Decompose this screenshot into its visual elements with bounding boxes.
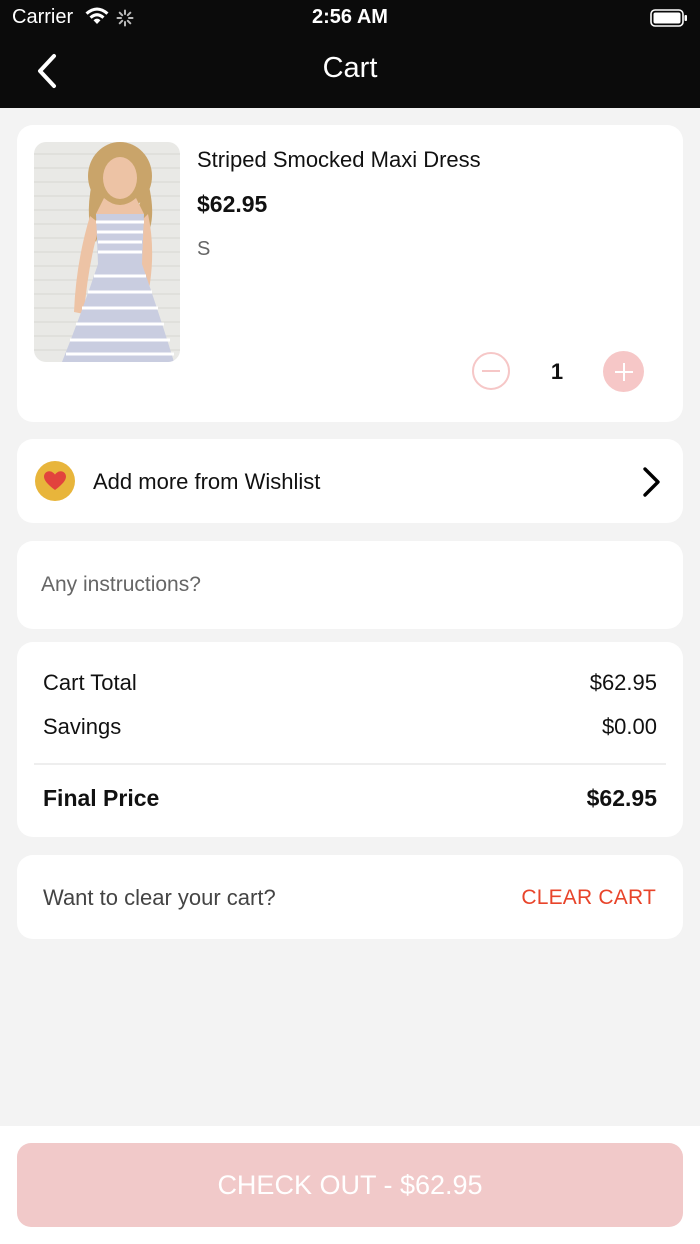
status-bar: Carrier 2:56 AM <box>0 0 700 36</box>
product-image[interactable] <box>34 142 180 362</box>
product-price: $62.95 <box>197 191 268 217</box>
heart-icon <box>35 461 75 501</box>
savings-label: Savings <box>43 714 122 739</box>
clear-cart-prompt: Want to clear your cart? <box>43 885 276 910</box>
decrease-quantity-button[interactable] <box>472 352 510 390</box>
cart-total-value: $62.95 <box>589 670 657 695</box>
cart-item-card: Striped Smocked Maxi Dress $62.95 S 1 <box>17 125 683 422</box>
chevron-right-icon <box>641 466 661 503</box>
increase-quantity-button[interactable] <box>603 351 644 392</box>
clear-cart-button[interactable]: CLEAR CART <box>521 886 656 910</box>
status-time: 2:56 AM <box>312 6 388 28</box>
instructions-card <box>17 541 683 629</box>
divider <box>34 763 666 765</box>
instructions-input[interactable] <box>41 561 661 609</box>
battery-icon <box>650 9 688 27</box>
final-price-value: $62.95 <box>586 785 657 811</box>
clear-cart-card: Want to clear your cart? CLEAR CART <box>17 855 683 939</box>
checkout-button[interactable]: CHECK OUT - $62.95 <box>17 1143 683 1227</box>
quantity-value: 1 <box>550 359 564 384</box>
savings-value: $0.00 <box>601 714 657 739</box>
final-price-label: Final Price <box>43 785 160 811</box>
bottom-bar: CHECK OUT - $62.95 <box>0 1126 700 1244</box>
top-bar: Carrier 2:56 AM Cart <box>0 0 700 108</box>
product-size: S <box>197 238 211 260</box>
minus-icon <box>482 370 500 372</box>
wishlist-row[interactable]: Add more from Wishlist <box>17 439 683 523</box>
product-name[interactable]: Striped Smocked Maxi Dress <box>197 147 481 173</box>
cart-total-label: Cart Total <box>43 670 137 695</box>
wishlist-label: Add more from Wishlist <box>93 469 321 494</box>
price-summary: Cart Total $62.95 Savings $0.00 Final Pr… <box>17 642 683 837</box>
page-title: Cart <box>322 52 378 84</box>
